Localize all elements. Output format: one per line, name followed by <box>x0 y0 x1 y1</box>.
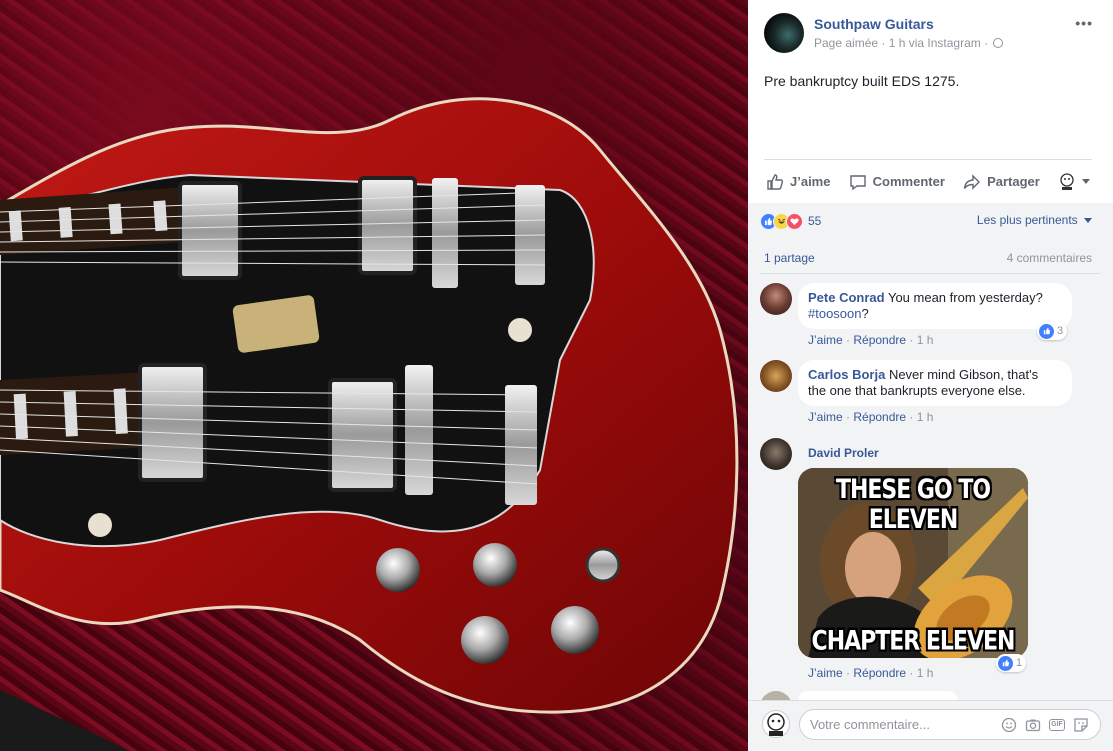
share-arrow-icon <box>963 173 981 190</box>
comment-text-line2: the one that bankrupts everyone else. <box>808 383 1026 398</box>
meme-bottom-caption: CHAPTER ELEVEN <box>811 626 1016 657</box>
page-name-link[interactable]: Southpaw Guitars <box>814 16 934 32</box>
post-photo[interactable] <box>0 0 748 751</box>
gif-icon[interactable]: GIF <box>1048 716 1066 734</box>
actor-selector[interactable] <box>1058 172 1090 191</box>
comment-time[interactable]: 1 h <box>917 666 934 680</box>
more-options-icon[interactable]: ••• <box>1075 15 1093 31</box>
comment-reply-link[interactable]: Répondre <box>853 410 906 424</box>
comment-time[interactable]: 1 h <box>917 410 934 424</box>
divider <box>760 273 1100 274</box>
thumbs-up-icon <box>767 173 784 190</box>
commenter-avatar[interactable] <box>760 438 792 470</box>
comment-text-end: ? <box>861 306 869 321</box>
post-panel: Southpaw Guitars Page aimée · 1 h via In… <box>748 0 1113 751</box>
post-meta: Page aimée · 1 h via Instagram · <box>814 36 1004 50</box>
comment-text: You mean from yesterday? <box>887 290 1043 305</box>
reaction-count: 55 <box>808 214 822 228</box>
camera-icon[interactable] <box>1024 716 1042 734</box>
comments-section: 55 Les plus pertinents 1 partage 4 comme… <box>748 203 1113 751</box>
like-reaction-icon <box>998 655 1013 671</box>
comment-input[interactable] <box>810 717 1000 732</box>
caret-down-icon <box>1082 178 1090 184</box>
user-avatar-icon <box>767 713 785 736</box>
gif-badge: GIF <box>1049 718 1065 731</box>
post-actions: J’aime Commenter Partager <box>764 159 1092 203</box>
comment-composer: GIF <box>748 700 1113 751</box>
comment-like-link[interactable]: J’aime <box>808 666 843 680</box>
comment-time[interactable]: 1 h <box>917 333 934 347</box>
reactions-summary[interactable]: 55 Les plus pertinents <box>760 211 1092 231</box>
comment-reactions-badge[interactable]: 1 <box>996 654 1027 672</box>
hashtag-link[interactable]: #toosoon <box>808 306 862 321</box>
comment-like-link[interactable]: J’aime <box>808 410 843 424</box>
comment-author[interactable]: Carlos Borja <box>808 367 885 382</box>
post-meta-text: Page aimée · 1 h via Instagram · <box>814 36 989 50</box>
composer-icons: GIF <box>1000 716 1090 734</box>
meme-top-caption: THESE GO TO ELEVEN <box>835 475 991 535</box>
comments-count-link[interactable]: 4 commentaires <box>1007 251 1092 265</box>
globe-icon <box>993 38 1004 48</box>
sort-comments-dropdown[interactable]: Les plus pertinents <box>977 213 1092 227</box>
caret-down-icon <box>1084 218 1092 223</box>
shares-link[interactable]: 1 partage <box>764 251 815 265</box>
share-button[interactable]: Partager <box>963 173 1040 191</box>
comment-actions: J’aime · Répondre · 1 h <box>808 666 934 680</box>
comment-actions: J’aime · Répondre · 1 h <box>808 333 934 347</box>
commenter-avatar[interactable] <box>760 283 792 315</box>
user-avatar-icon <box>1060 172 1074 190</box>
comment-like-link[interactable]: J’aime <box>808 333 843 347</box>
like-reaction-icon <box>1039 323 1054 339</box>
comment-bubble: Pete Conrad You mean from yesterday? #to… <box>798 283 1072 329</box>
share-label: Partager <box>987 174 1040 189</box>
reaction-icons <box>760 212 803 230</box>
comment-item: David Proler THESE GO TO ELEVEN CHAPTER … <box>760 438 1100 688</box>
post-text: Pre bankruptcy built EDS 1275. <box>764 73 960 89</box>
comment-author[interactable]: David Proler <box>808 446 879 460</box>
comment-reactions-badge[interactable]: 3 <box>1037 322 1068 340</box>
comment-icon <box>849 174 866 190</box>
love-reaction-icon <box>786 212 803 230</box>
emoji-icon[interactable] <box>1000 716 1018 734</box>
comment-label: Commenter <box>872 174 945 189</box>
comment-item: Pete Conrad You mean from yesterday? #to… <box>760 283 1100 353</box>
comment-button[interactable]: Commenter <box>849 173 945 191</box>
comment-reply-link[interactable]: Répondre <box>853 666 906 680</box>
commenter-avatar[interactable] <box>760 360 792 392</box>
current-user-avatar <box>762 710 790 738</box>
comment-reaction-count: 3 <box>1057 325 1064 337</box>
like-button[interactable]: J’aime <box>766 173 830 191</box>
comment-author[interactable]: Pete Conrad <box>808 290 885 305</box>
comment-reply-link[interactable]: Répondre <box>853 333 906 347</box>
comment-reaction-count: 1 <box>1016 657 1023 669</box>
page-avatar[interactable] <box>764 13 804 53</box>
comment-actions: J’aime · Répondre · 1 h <box>808 410 934 424</box>
like-label: J’aime <box>790 174 831 189</box>
comment-item: Carlos Borja Never mind Gibson, that's t… <box>760 360 1100 430</box>
post-header: Southpaw Guitars Page aimée · 1 h via In… <box>764 13 1099 55</box>
meme-image[interactable]: THESE GO TO ELEVEN CHAPTER ELEVEN <box>798 468 1028 658</box>
comment-bubble: Carlos Borja Never mind Gibson, that's t… <box>798 360 1072 406</box>
comment-input-box[interactable]: GIF <box>799 709 1101 740</box>
comment-text: Never mind Gibson, that's <box>888 367 1039 382</box>
sort-label: Les plus pertinents <box>976 213 1078 227</box>
sticker-icon[interactable] <box>1072 716 1090 734</box>
guitar-illustration <box>0 97 739 751</box>
